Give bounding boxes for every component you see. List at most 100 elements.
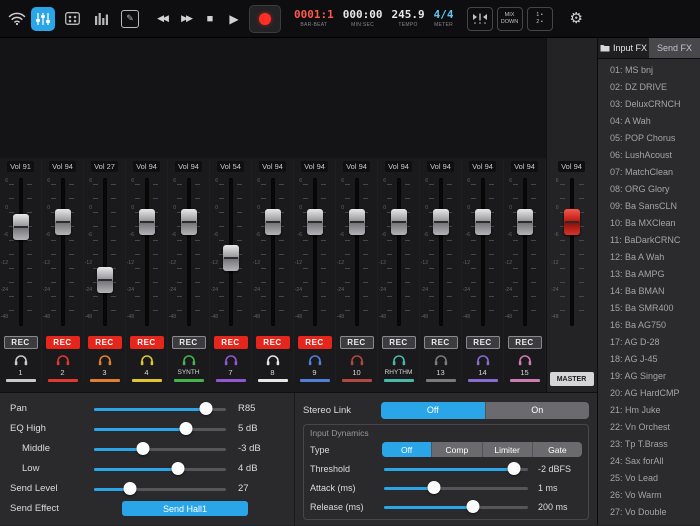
eq-high-slider[interactable]	[94, 422, 226, 436]
fader-cap[interactable]	[138, 208, 155, 235]
record-arm-button[interactable]: REC	[381, 336, 416, 349]
fx-list-item[interactable]: 03: DeluxCRNCH	[598, 96, 700, 113]
fx-list-item[interactable]: 18: AG J-45	[598, 351, 700, 368]
fader-cap[interactable]	[222, 245, 239, 272]
track-label[interactable]: 8	[270, 369, 274, 377]
record-arm-button[interactable]: REC	[129, 336, 164, 349]
record-arm-button[interactable]: REC	[297, 336, 332, 349]
fx-list-item[interactable]: 01: MS bnj	[598, 62, 700, 79]
channel-volume-readout[interactable]: Vol 94	[133, 161, 160, 172]
record-button[interactable]	[249, 4, 281, 33]
monitor-headphones-icon[interactable]	[182, 354, 196, 366]
record-arm-button[interactable]: REC	[213, 336, 248, 349]
drum-pads-view-button[interactable]	[60, 7, 84, 31]
fx-list-item[interactable]: 26: Vo Warm	[598, 487, 700, 504]
monitor-headphones-icon[interactable]	[476, 354, 490, 366]
track-label[interactable]: 1	[18, 369, 22, 377]
slider-thumb[interactable]	[199, 402, 213, 415]
play-button[interactable]: ▶	[223, 7, 245, 31]
fx-list-item[interactable]: 07: MatchClean	[598, 164, 700, 181]
record-arm-button[interactable]: REC	[339, 336, 374, 349]
fx-list-item[interactable]: 05: POP Chorus	[598, 130, 700, 147]
track-label[interactable]: 13	[436, 369, 444, 377]
edit-view-button[interactable]: ✎	[118, 7, 142, 31]
master-button[interactable]: MASTER	[549, 372, 594, 386]
fx-list-item[interactable]: 14: Ba BMAN	[598, 283, 700, 300]
track-label[interactable]: RHYTHM	[385, 369, 413, 377]
track-label[interactable]: 15	[520, 369, 528, 377]
monitor-headphones-icon[interactable]	[266, 354, 280, 366]
channel-volume-readout[interactable]: Vol 91	[7, 161, 34, 172]
monitor-headphones-icon[interactable]	[434, 354, 448, 366]
fx-list-item[interactable]: 12: Ba A Wah	[598, 249, 700, 266]
tab-send-fx[interactable]: Send FX	[649, 38, 700, 58]
fx-list-item[interactable]: 09: Ba SansCLN	[598, 198, 700, 215]
tempo-display[interactable]: 245.9 TEMPO	[392, 9, 425, 29]
channel-fader[interactable]: 6 0 -6 -12 -24 -48	[504, 176, 545, 328]
slider-thumb[interactable]	[171, 462, 185, 475]
slider-thumb[interactable]	[136, 442, 150, 455]
fader-cap[interactable]	[264, 208, 281, 235]
monitor-headphones-icon[interactable]	[224, 354, 238, 366]
channel-volume-readout[interactable]: Vol 94	[385, 161, 412, 172]
fader-cap[interactable]	[12, 213, 29, 240]
fx-list-item[interactable]: 02: DZ DRIVE	[598, 79, 700, 96]
channel-fader[interactable]: 6 0 -6 -12 -24 -48	[294, 176, 335, 328]
channel-fader[interactable]: 6 0 -6 -12 -24 -48	[0, 176, 41, 328]
record-arm-button[interactable]: REC	[507, 336, 542, 349]
record-arm-button[interactable]: REC	[171, 336, 206, 349]
fx-list-item[interactable]: 04: A Wah	[598, 113, 700, 130]
send-effect-button[interactable]: Send Hall1	[122, 501, 248, 516]
track-label[interactable]: 9	[312, 369, 316, 377]
monitor-headphones-icon[interactable]	[350, 354, 364, 366]
channel-fader[interactable]: 6 0 -6 -12 -24 -48	[378, 176, 419, 328]
channel-volume-readout[interactable]: Vol 94	[301, 161, 328, 172]
click-count-button[interactable]: 1 • 2 •	[526, 6, 553, 31]
monitor-headphones-icon[interactable]	[308, 354, 322, 366]
fx-list-item[interactable]: 25: Vo Lead	[598, 470, 700, 487]
fx-list-item[interactable]: 11: BaDarkCRNC	[598, 232, 700, 249]
master-fader-cap[interactable]	[563, 208, 580, 235]
fader-cap[interactable]	[54, 208, 71, 235]
channel-fader[interactable]: 6 0 -6 -12 -24 -48	[420, 176, 461, 328]
slider-thumb[interactable]	[427, 481, 441, 494]
auto-punch-button[interactable]	[466, 6, 493, 31]
monitor-headphones-icon[interactable]	[392, 354, 406, 366]
slider-thumb[interactable]	[179, 422, 193, 435]
channel-fader[interactable]: 6 0 -6 -12 -24 -48	[462, 176, 503, 328]
middle-slider[interactable]	[94, 442, 226, 456]
stop-button[interactable]: ■	[199, 7, 221, 31]
channel-fader[interactable]: 6 0 -6 -12 -24 -48	[252, 176, 293, 328]
fader-cap[interactable]	[516, 208, 533, 235]
release-ms--slider[interactable]	[384, 500, 528, 514]
monitor-headphones-icon[interactable]	[56, 354, 70, 366]
track-label[interactable]: SYNTH	[177, 369, 199, 377]
dynamics-type-option-gate[interactable]: Gate	[531, 442, 582, 457]
slider-thumb[interactable]	[466, 500, 480, 513]
record-arm-button[interactable]: REC	[3, 336, 38, 349]
record-arm-button[interactable]: REC	[87, 336, 122, 349]
fader-cap[interactable]	[474, 208, 491, 235]
fader-cap[interactable]	[348, 208, 365, 235]
fx-list-item[interactable]: 16: Ba AG750	[598, 317, 700, 334]
meter-display[interactable]: 4/4 METER	[434, 9, 454, 29]
fx-list-item[interactable]: 15: Ba SMR400	[598, 300, 700, 317]
master-fader[interactable]: 6 0 -6 -12 -24 -48	[551, 176, 593, 328]
mixdown-button[interactable]: MIX DOWN	[496, 6, 523, 31]
track-label[interactable]: 14	[478, 369, 486, 377]
channel-fader[interactable]: 6 0 -6 -12 -24 -48	[210, 176, 251, 328]
send-level-slider[interactable]	[94, 482, 226, 496]
monitor-headphones-icon[interactable]	[14, 354, 28, 366]
dynamics-type-option-comp[interactable]: Comp	[431, 442, 481, 457]
settings-gear-icon[interactable]: ⚙	[570, 11, 583, 26]
channel-fader[interactable]: 6 0 -6 -12 -24 -48	[336, 176, 377, 328]
slider-thumb[interactable]	[507, 462, 521, 475]
track-label[interactable]: 10	[352, 369, 360, 377]
fast-forward-button[interactable]: ▶▶	[175, 7, 197, 31]
dynamics-type-option-off[interactable]: Off	[382, 442, 432, 457]
stereo-link-option-on[interactable]: On	[484, 401, 590, 419]
channel-fader[interactable]: 6 0 -6 -12 -24 -48	[84, 176, 125, 328]
channel-volume-readout[interactable]: Vol 54	[217, 161, 244, 172]
master-volume-readout[interactable]: Vol 94	[558, 161, 585, 172]
record-arm-button[interactable]: REC	[423, 336, 458, 349]
